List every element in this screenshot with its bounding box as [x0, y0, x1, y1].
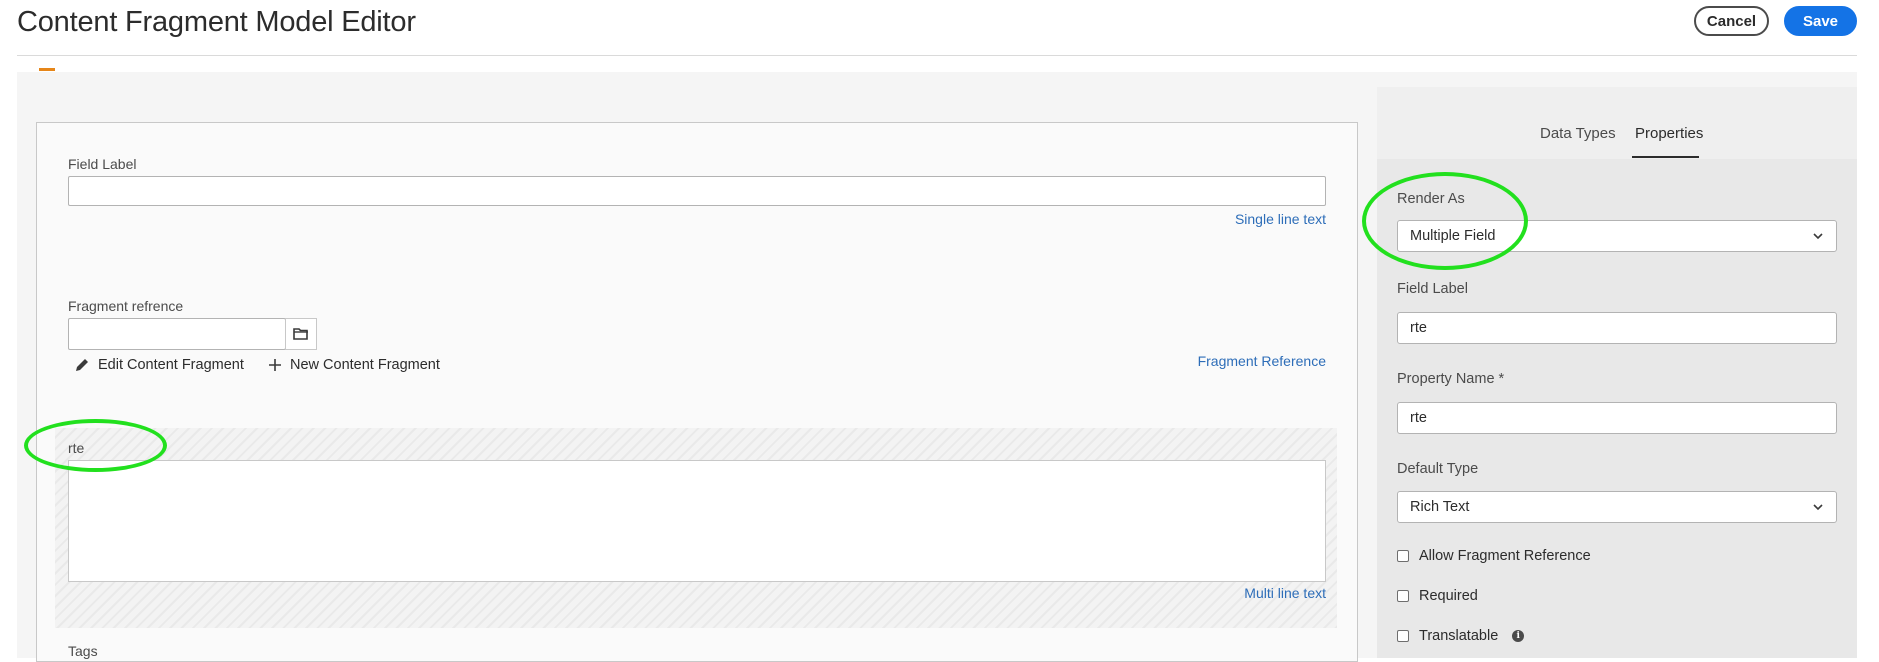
- browse-folder-button[interactable]: [285, 318, 317, 350]
- multi-line-text-link[interactable]: Multi line text: [1244, 585, 1326, 601]
- new-content-fragment-label: New Content Fragment: [290, 357, 440, 373]
- property-name-input[interactable]: rte: [1397, 402, 1837, 434]
- translatable-checkbox[interactable]: [1397, 630, 1409, 642]
- tags-label: Tags: [68, 643, 98, 659]
- field-label-label: Field Label: [68, 156, 137, 172]
- edit-content-fragment-action[interactable]: Edit Content Fragment: [74, 357, 244, 373]
- tab-selected-indicator: [1632, 156, 1699, 158]
- notice-strip: [17, 60, 1857, 72]
- editor-header: Content Fragment Model Editor Cancel Sav…: [0, 0, 1879, 56]
- warning-icon: [39, 68, 55, 71]
- cancel-button[interactable]: Cancel: [1694, 6, 1769, 36]
- translatable-label: Translatable: [1419, 628, 1499, 644]
- default-type-label: Default Type: [1397, 461, 1479, 477]
- edit-content-fragment-label: Edit Content Fragment: [98, 357, 244, 373]
- fragment-reference-type-link[interactable]: Fragment Reference: [1198, 353, 1326, 369]
- translatable-option[interactable]: Translatable i: [1397, 628, 1525, 644]
- new-content-fragment-action[interactable]: New Content Fragment: [268, 357, 440, 373]
- annotation-circle-render-as: [1362, 172, 1528, 270]
- fragment-reference-label: Fragment refrence: [68, 298, 184, 314]
- chevron-down-icon: [1813, 233, 1823, 240]
- required-option[interactable]: Required: [1397, 588, 1478, 604]
- panel-tabs: [1377, 87, 1857, 159]
- allow-fragment-reference-checkbox[interactable]: [1397, 550, 1409, 562]
- panel-field-label-input[interactable]: rte: [1397, 312, 1837, 344]
- page-title: Content Fragment Model Editor: [17, 6, 416, 38]
- default-type-select[interactable]: Rich Text: [1397, 491, 1837, 523]
- panel-field-label-label: Field Label: [1397, 281, 1468, 297]
- allow-fragment-reference-option[interactable]: Allow Fragment Reference: [1397, 548, 1591, 564]
- property-name-label: Property Name *: [1397, 371, 1505, 387]
- required-label: Required: [1419, 588, 1478, 604]
- tab-data-types[interactable]: Data Types: [1540, 125, 1616, 142]
- fragment-reference-input[interactable]: [68, 318, 286, 350]
- rte-multiline-input[interactable]: [68, 460, 1326, 582]
- pencil-icon: [76, 359, 88, 371]
- plus-icon: [269, 359, 281, 371]
- header-divider: [17, 55, 1857, 56]
- folder-icon: [293, 328, 308, 340]
- single-line-text-link[interactable]: Single line text: [1235, 211, 1326, 227]
- allow-fragment-reference-label: Allow Fragment Reference: [1419, 548, 1591, 564]
- tab-properties[interactable]: Properties: [1635, 125, 1703, 142]
- annotation-circle-rte: [24, 419, 167, 472]
- save-button[interactable]: Save: [1784, 6, 1857, 36]
- info-icon[interactable]: i: [1512, 630, 1525, 642]
- chevron-down-icon: [1813, 504, 1823, 511]
- default-type-value: Rich Text: [1410, 499, 1470, 515]
- field-label-input[interactable]: [68, 176, 1326, 206]
- required-checkbox[interactable]: [1397, 590, 1409, 602]
